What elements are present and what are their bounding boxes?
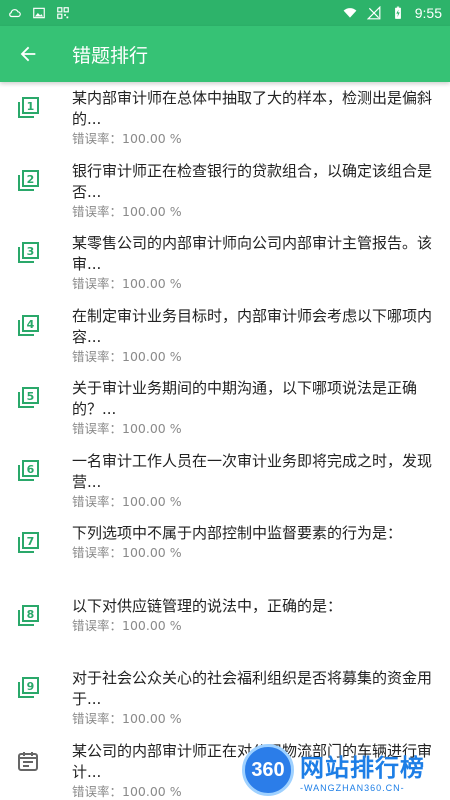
numbered-stack-icon: 7 [18, 532, 39, 553]
svg-text:9: 9 [27, 680, 35, 693]
question-title: 下列选项中不属于内部控制中监督要素的行为是： [72, 524, 403, 542]
app-bar: 错题排行 [0, 26, 450, 82]
numbered-stack-icon: 3 [18, 242, 39, 263]
numbered-stack-icon: 5 [18, 387, 39, 408]
error-rate: 错误率：100.00 % [72, 545, 182, 560]
question-title: 关于审计业务期间的中期沟通，以下哪项说法是正确的？... [72, 379, 418, 418]
numbered-stack-icon: 6 [18, 459, 39, 481]
numbered-stack-icon: 9 [18, 677, 39, 698]
signal-off-icon [366, 6, 381, 20]
svg-text:8: 8 [27, 608, 35, 621]
svg-text:7: 7 [27, 535, 35, 548]
list-item[interactable]: 5 关于审计业务期间的中期沟通，以下哪项说法是正确的？... 错误率：100.00 … [0, 372, 450, 445]
svg-text:2: 2 [27, 173, 35, 186]
error-rate: 错误率：100.00 % [72, 493, 182, 509]
wifi-icon [343, 8, 357, 18]
list-item[interactable]: 2 银行审计师正在检查银行的贷款组合，以确定该组合是否... 错误率：100.00 … [0, 155, 450, 228]
error-rate: 错误率：100.00 % [72, 203, 182, 219]
calendar-icon [18, 751, 38, 771]
numbered-stack-icon: 1 [18, 97, 39, 118]
question-title: 以下对供应链管理的说法中，正确的是： [72, 596, 343, 615]
numbered-stack-icon: 8 [18, 604, 39, 626]
list-item[interactable]: 6 一名审计工作人员在一次审计业务即将完成之时，发现营... 错误率：100.00 … [0, 445, 450, 518]
svg-text:1: 1 [27, 100, 35, 113]
image-icon [33, 7, 45, 19]
error-rate: 错误率：100.00 % [72, 348, 182, 364]
list-item[interactable]: 4 在制定审计业务目标时，内部审计师会考虑以下哪项内容... 错误率：100.00 … [0, 300, 450, 373]
numbered-stack-icon: 2 [18, 169, 39, 191]
question-title: 一名审计工作人员在一次审计业务即将完成之时，发现营... [72, 451, 433, 491]
svg-text:6: 6 [27, 463, 35, 476]
error-rate: 错误率：100.00 % [72, 131, 182, 146]
watermark-badge: 360 [242, 744, 294, 796]
watermark-sub-text: -WANGZHAN360.CN- [300, 782, 405, 793]
list-item[interactable]: 8 以下对供应链管理的说法中，正确的是： 错误率：100.00 % [0, 590, 450, 663]
svg-text:4: 4 [27, 318, 35, 331]
qr-code-icon [57, 7, 69, 19]
status-bar: 9:55 [0, 0, 450, 26]
arrow-left-icon [20, 46, 36, 62]
list-item[interactable]: 7 下列选项中不属于内部控制中监督要素的行为是： 错误率：100.00 % [0, 517, 450, 590]
watermark-logo: 360 网站排行榜 -WANGZHAN360.CN- [242, 740, 450, 800]
page-title: 错题排行 [72, 44, 149, 67]
wrong-question-list: 1 某内部审计师在总体中抽取了大的样本，检测出是偏斜的... 错误率：100.00 … [0, 82, 450, 800]
back-button[interactable] [0, 26, 56, 82]
question-title: 银行审计师正在检查银行的贷款组合，以确定该组合是否... [72, 161, 433, 201]
svg-text:3: 3 [27, 245, 35, 258]
cloud-icon [9, 9, 21, 18]
svg-text:5: 5 [27, 390, 35, 403]
error-rate: 错误率：100.00 % [72, 711, 182, 726]
question-title: 某内部审计师在总体中抽取了大的样本，检测出是偏斜的... [72, 89, 433, 128]
battery-charging-icon [394, 6, 401, 19]
list-item[interactable]: 3 某零售公司的内部审计师向公司内部审计主管报告。该审... 错误率：100.00 … [0, 227, 450, 300]
error-rate: 错误率：100.00 % [72, 617, 182, 633]
list-item[interactable]: 1 某内部审计师在总体中抽取了大的样本，检测出是偏斜的... 错误率：100.00 … [0, 82, 450, 155]
list-item[interactable]: 9 对于社会公众关心的社会福利组织是否将募集的资金用于... 错误率：100.00 … [0, 662, 450, 735]
error-rate: 错误率：100.00 % [72, 421, 182, 436]
numbered-stack-icon: 4 [18, 314, 39, 336]
watermark-main-text: 网站排行榜 [300, 753, 425, 782]
error-rate: 错误率：100.00 % [72, 276, 182, 291]
clock: 9:55 [414, 5, 442, 21]
question-title: 对于社会公众关心的社会福利组织是否将募集的资金用于... [72, 669, 433, 708]
question-title: 某零售公司的内部审计师向公司内部审计主管报告。该审... [72, 234, 433, 273]
question-title: 在制定审计业务目标时，内部审计师会考虑以下哪项内容... [72, 306, 433, 346]
